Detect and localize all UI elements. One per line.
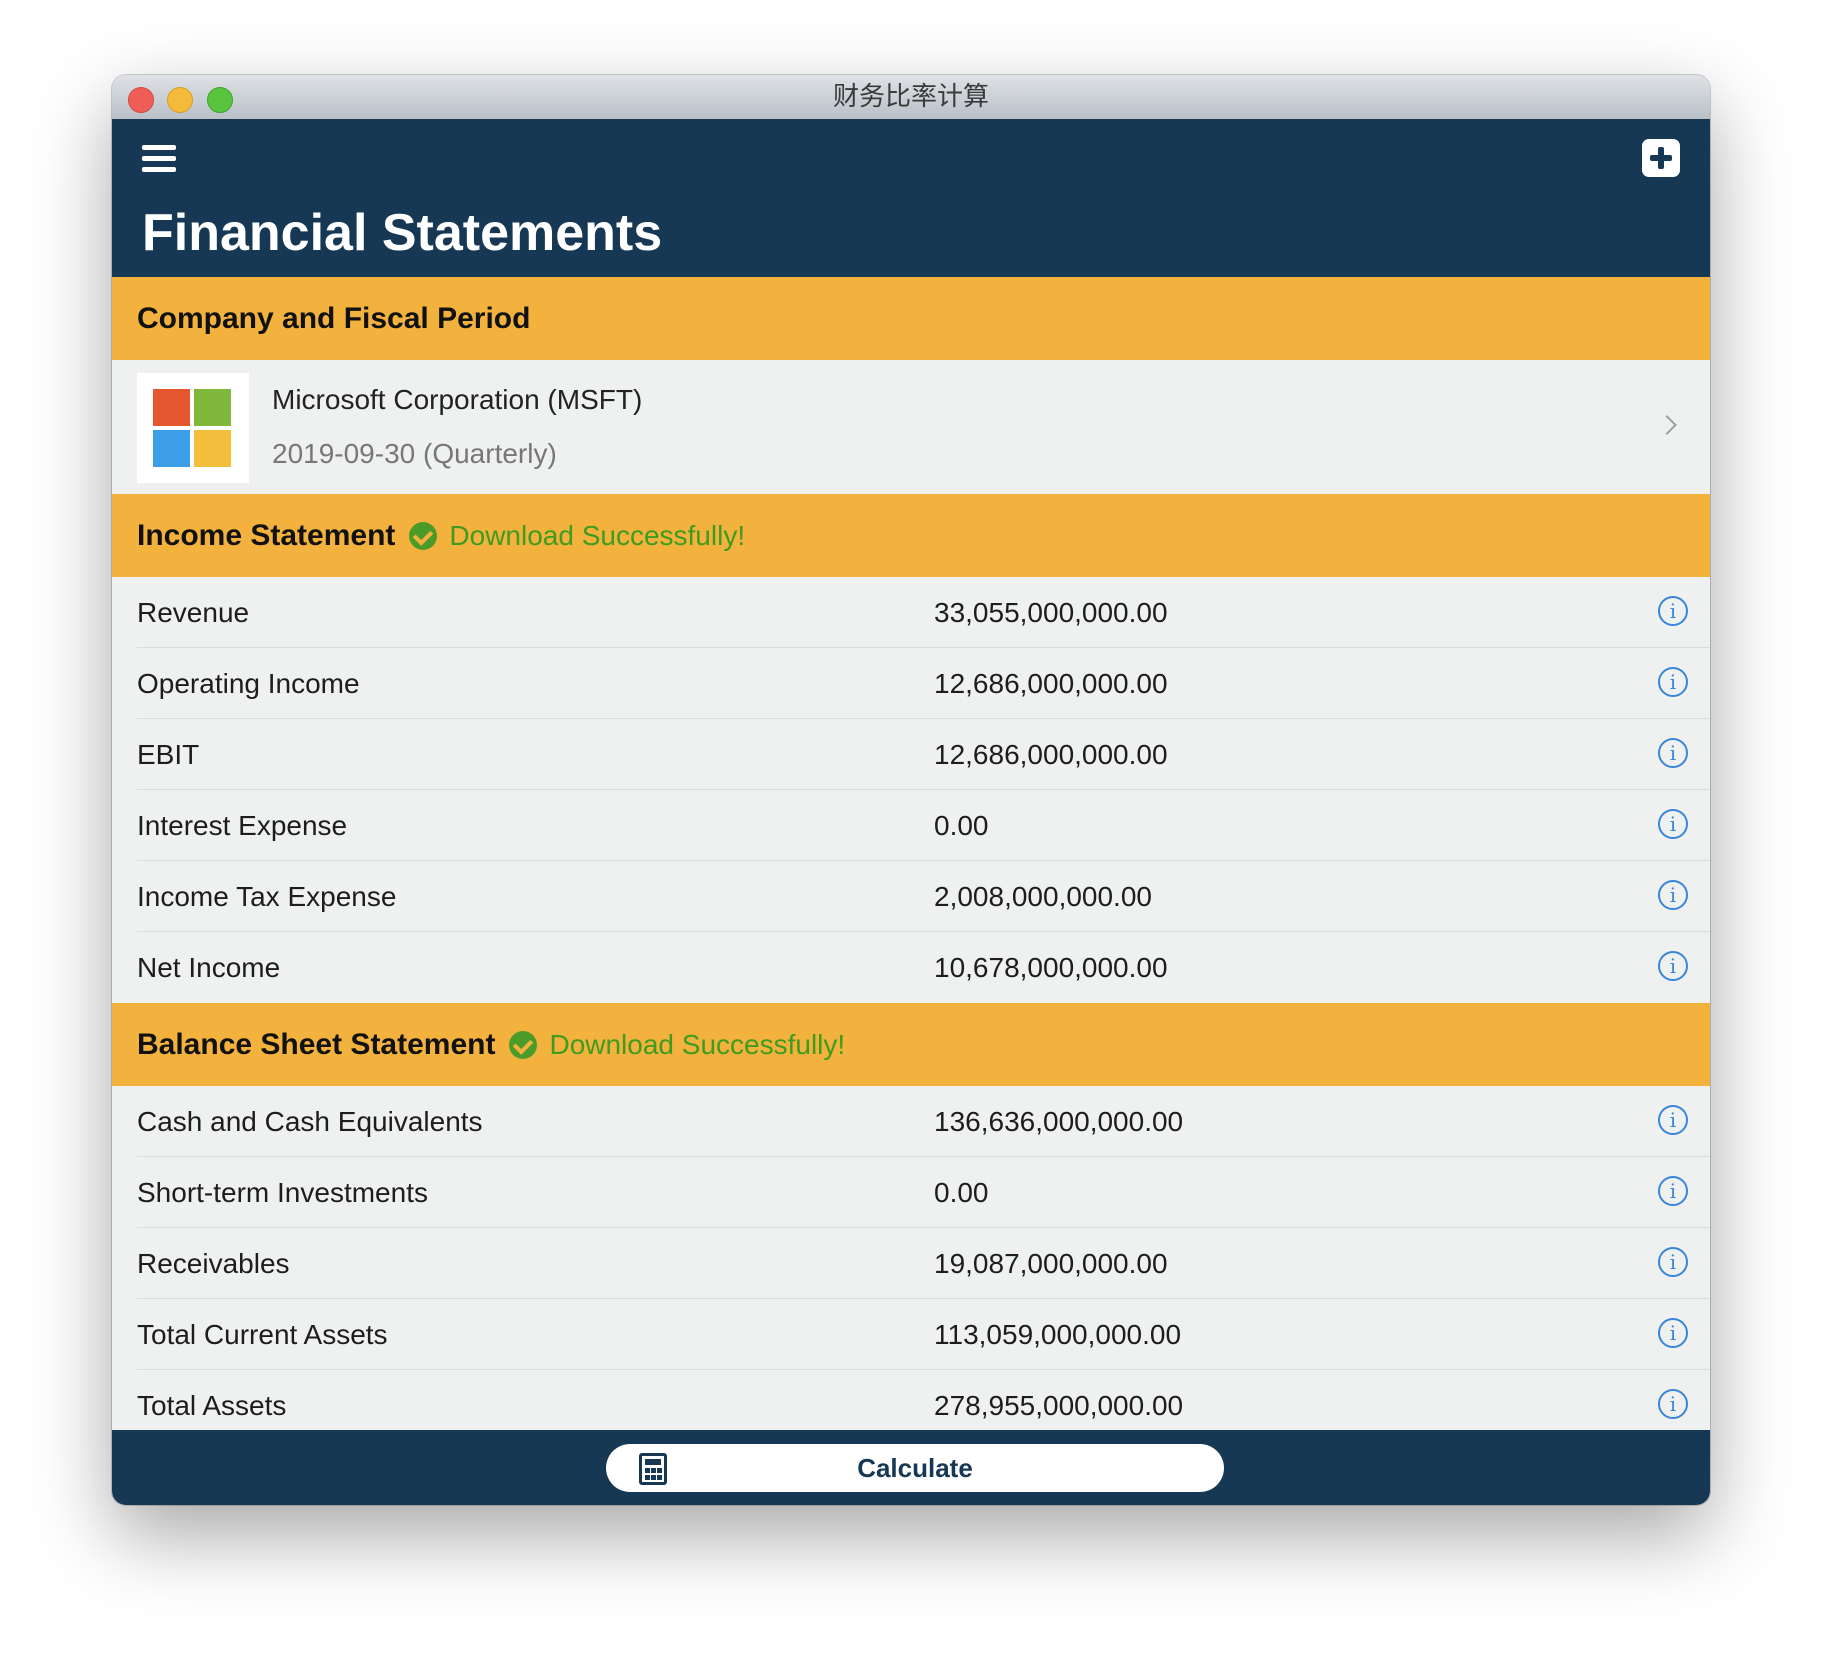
info-icon[interactable]: i (1658, 880, 1688, 910)
window-title: 财务比率计算 (832, 82, 989, 112)
info-icon[interactable]: i (1658, 809, 1688, 839)
statement-list[interactable]: Company and Fiscal Period Microsoft Corp… (112, 277, 1710, 1430)
info-icon[interactable]: i (1658, 667, 1688, 697)
row-label: EBIT (137, 739, 200, 770)
row-value: 278,955,000,000.00 (934, 1390, 1184, 1421)
row-value: 12,686,000,000.00 (934, 668, 1168, 699)
calculate-label: Calculate (857, 1453, 973, 1483)
info-icon[interactable]: i (1658, 738, 1688, 768)
chevron-right-icon (1657, 415, 1677, 435)
row-value: 136,636,000,000.00 (934, 1106, 1184, 1137)
check-circle-icon (509, 1030, 538, 1059)
row-label: Revenue (137, 597, 250, 628)
table-row: Income Tax Expense 2,008,000,000.00 i (112, 861, 1710, 932)
row-label: Short-term Investments (137, 1177, 428, 1208)
row-label: Receivables (137, 1248, 290, 1279)
title-bar: 财务比率计算 (112, 75, 1710, 120)
section-title: Balance Sheet Statement (137, 1027, 496, 1061)
section-title: Company and Fiscal Period (137, 301, 531, 335)
fiscal-period: 2019-09-30 (Quarterly) (272, 438, 557, 469)
row-value: 19,087,000,000.00 (934, 1248, 1168, 1279)
row-label: Operating Income (137, 668, 360, 699)
row-value: 33,055,000,000.00 (934, 597, 1168, 628)
table-row: Interest Expense 0.00 i (112, 790, 1710, 861)
row-label: Total Current Assets (137, 1319, 388, 1350)
row-value: 12,686,000,000.00 (934, 739, 1168, 770)
row-value: 113,059,000,000.00 (934, 1319, 1182, 1350)
row-value: 10,678,000,000.00 (934, 952, 1168, 983)
section-header-balance-sheet: Balance Sheet Statement Download Success… (112, 1003, 1710, 1086)
hamburger-menu-icon[interactable] (142, 141, 178, 177)
navigation-bar: Financial Statements (112, 119, 1710, 277)
table-row: Cash and Cash Equivalents 136,636,000,00… (112, 1086, 1710, 1157)
page-title: Financial Statements (142, 204, 663, 262)
info-icon[interactable]: i (1658, 596, 1688, 626)
row-label: Income Tax Expense (137, 881, 397, 912)
download-status: Download Successfully! (449, 519, 746, 551)
info-icon[interactable]: i (1658, 1247, 1688, 1277)
info-icon[interactable]: i (1658, 951, 1688, 981)
bottom-toolbar: Calculate (112, 1430, 1710, 1505)
table-row: EBIT 12,686,000,000.00 i (112, 719, 1710, 790)
calculate-button[interactable]: Calculate (606, 1444, 1224, 1492)
info-icon[interactable]: i (1658, 1105, 1688, 1135)
company-name: Microsoft Corporation (MSFT) (272, 384, 643, 415)
check-circle-icon (409, 521, 438, 550)
section-header-company: Company and Fiscal Period (112, 277, 1710, 360)
app-window: 财务比率计算 Financial Statements Company and … (112, 75, 1710, 1505)
row-value: 0.00 (934, 1177, 989, 1208)
table-row: Total Current Assets 113,059,000,000.00 … (112, 1299, 1710, 1370)
company-selector[interactable]: Microsoft Corporation (MSFT) 2019-09-30 … (112, 360, 1710, 494)
section-header-income: Income Statement Download Successfully! (112, 494, 1710, 577)
row-label: Interest Expense (137, 810, 348, 841)
table-row: Operating Income 12,686,000,000.00 i (112, 648, 1710, 719)
info-icon[interactable]: i (1658, 1318, 1688, 1348)
table-row: Revenue 33,055,000,000.00 i (112, 577, 1710, 648)
row-label: Cash and Cash Equivalents (137, 1106, 483, 1137)
table-row: Net Income 10,678,000,000.00 i (112, 932, 1710, 1003)
section-title: Income Statement (137, 518, 396, 552)
company-logo (137, 373, 249, 483)
table-row: Total Assets 278,955,000,000.00 i (112, 1370, 1710, 1430)
add-icon[interactable] (1642, 139, 1680, 177)
info-icon[interactable]: i (1658, 1389, 1688, 1419)
row-label: Total Assets (137, 1390, 287, 1421)
table-row: Receivables 19,087,000,000.00 i (112, 1228, 1710, 1299)
row-value: 0.00 (934, 810, 989, 841)
table-row: Short-term Investments 0.00 i (112, 1157, 1710, 1228)
download-status: Download Successfully! (549, 1028, 846, 1060)
info-icon[interactable]: i (1658, 1176, 1688, 1206)
row-label: Net Income (137, 952, 281, 983)
row-value: 2,008,000,000.00 (934, 881, 1152, 912)
